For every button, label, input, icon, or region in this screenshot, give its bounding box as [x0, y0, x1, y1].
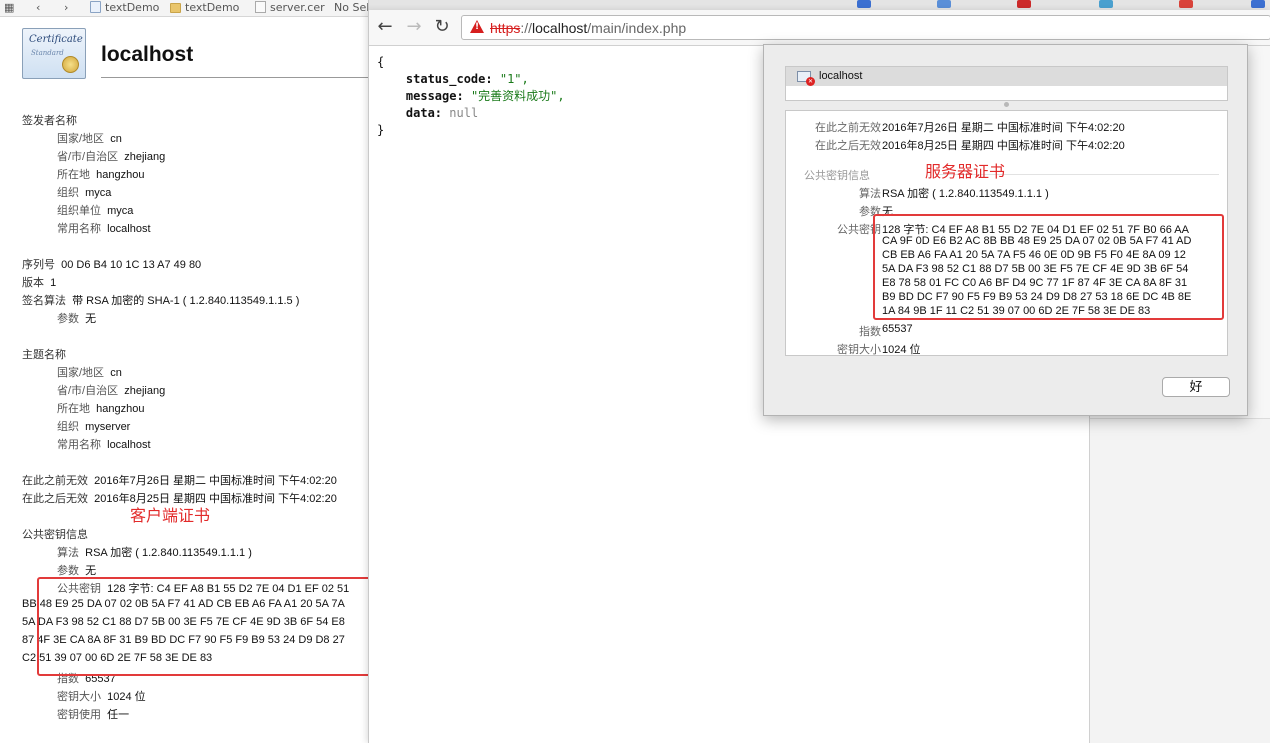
field-label: 组织单位 myca [57, 205, 134, 217]
public-key-section-heading: 公共密钥信息 [22, 529, 88, 541]
certificate-list[interactable]: localhost [785, 66, 1228, 101]
certificate-title: localhost [101, 43, 194, 66]
detail-label: 在此之前无效 [815, 122, 881, 134]
field-label: 组织 myserver [57, 421, 131, 433]
field-label: 所在地 hangzhou [57, 403, 145, 415]
ok-button[interactable]: 好 [1162, 377, 1230, 397]
security-warning-icon[interactable] [470, 20, 484, 33]
certificate-icon: Certificate Standard [22, 28, 86, 79]
field-label: 省/市/自治区 zhejiang [57, 385, 166, 397]
detail-label: 算法 [859, 188, 881, 200]
issuer-section-heading: 签发者名称 [22, 115, 77, 127]
tab-favicon-icon[interactable] [857, 0, 871, 8]
not-valid-before: 在此之前无效 2016年7月26日 星期二 中国标准时间 下午4:02:20 [22, 475, 337, 487]
address-bar[interactable]: https://localhost/main/index.php [461, 15, 1270, 40]
detail-value: RSA 加密 ( 1.2.840.113549.1.1.1 ) [882, 188, 1049, 200]
project-icon [90, 1, 101, 13]
field-label: 组织 myca [57, 187, 112, 199]
tab-favicon-icon[interactable] [1251, 0, 1265, 8]
version: 版本 1 [22, 277, 57, 289]
jump-bar-project[interactable]: textDemo [90, 1, 159, 14]
tab-favicon-icon[interactable] [1017, 0, 1031, 8]
serial-number: 序列号 00 D6 B4 10 1C 13 A7 49 80 [22, 259, 202, 271]
field-label: 常用名称 localhost [57, 439, 151, 451]
detail-value: 2016年8月25日 星期四 中国标准时间 下午4:02:20 [882, 140, 1125, 152]
jump-bar-folder[interactable]: textDemo [170, 1, 239, 14]
detail-value: 65537 [882, 323, 913, 335]
tab-favicon-icon[interactable] [937, 0, 951, 8]
url-text: https://localhost/main/index.php [490, 20, 687, 36]
key-size: 密钥大小 1024 位 [57, 691, 146, 703]
field-label: 国家/地区 cn [57, 367, 122, 379]
jump-bar: ▦ ‹ › textDemo textDemo server.cer No Se… [0, 0, 370, 17]
detail-label: 指数 [859, 326, 881, 338]
detail-label: 在此之后无效 [815, 140, 881, 152]
signature-algorithm: 签名算法 带 RSA 加密的 SHA-1 ( 1.2.840.113549.1.… [22, 295, 300, 307]
public-key-params: 参数 无 [57, 565, 97, 577]
jump-bar-selection[interactable]: No Sel [334, 1, 369, 14]
signature-params: 参数 无 [57, 313, 97, 325]
file-icon [255, 1, 266, 13]
forward-button[interactable]: → [402, 16, 426, 38]
detail-label: 公共密钥 [837, 224, 881, 236]
client-cert-annotation: 客户端证书 [130, 508, 211, 525]
field-label: 省/市/自治区 zhejiang [57, 151, 166, 163]
detail-label: 参数 [859, 206, 881, 218]
back-arrow-icon[interactable]: ‹ [36, 1, 40, 14]
server-key-highlight-box [873, 214, 1224, 320]
detail-value: 1024 位 [882, 344, 921, 356]
browser-toolbar: ← → ↻ https://localhost/main/index.php [369, 10, 1270, 46]
browser-tab-strip [368, 0, 1270, 10]
public-key-algorithm: 算法 RSA 加密 ( 1.2.840.113549.1.1.1 ) [57, 547, 252, 559]
grid-icon[interactable]: ▦ [4, 1, 14, 14]
back-button[interactable]: ← [373, 16, 397, 38]
public-key-section-heading: 公共密钥信息 [804, 170, 870, 182]
server-cert-annotation: 服务器证书 [925, 164, 1006, 181]
folder-icon [170, 3, 181, 13]
field-label: 国家/地区 cn [57, 133, 122, 145]
key-usage: 密钥使用 任一 [57, 709, 130, 721]
client-key-highlight-box [37, 577, 392, 676]
reload-button[interactable]: ↻ [430, 16, 454, 38]
jump-bar-file[interactable]: server.cer [255, 1, 325, 14]
field-label: 所在地 hangzhou [57, 169, 145, 181]
json-response: { status_code: "1", message: "完善资料成功", d… [377, 55, 565, 137]
certificate-list-item[interactable]: localhost [786, 67, 1227, 86]
title-divider [101, 77, 370, 78]
splitter-handle[interactable] [1004, 102, 1009, 107]
invalid-certificate-icon [797, 71, 815, 86]
tab-favicon-icon[interactable] [1179, 0, 1193, 8]
detail-value: 2016年7月26日 星期二 中国标准时间 下午4:02:20 [882, 122, 1125, 134]
tab-favicon-icon[interactable] [1099, 0, 1113, 8]
subject-section-heading: 主题名称 [22, 349, 66, 361]
detail-label: 密钥大小 [837, 344, 881, 356]
field-label: 常用名称 localhost [57, 223, 151, 235]
forward-arrow-icon[interactable]: › [64, 1, 68, 14]
